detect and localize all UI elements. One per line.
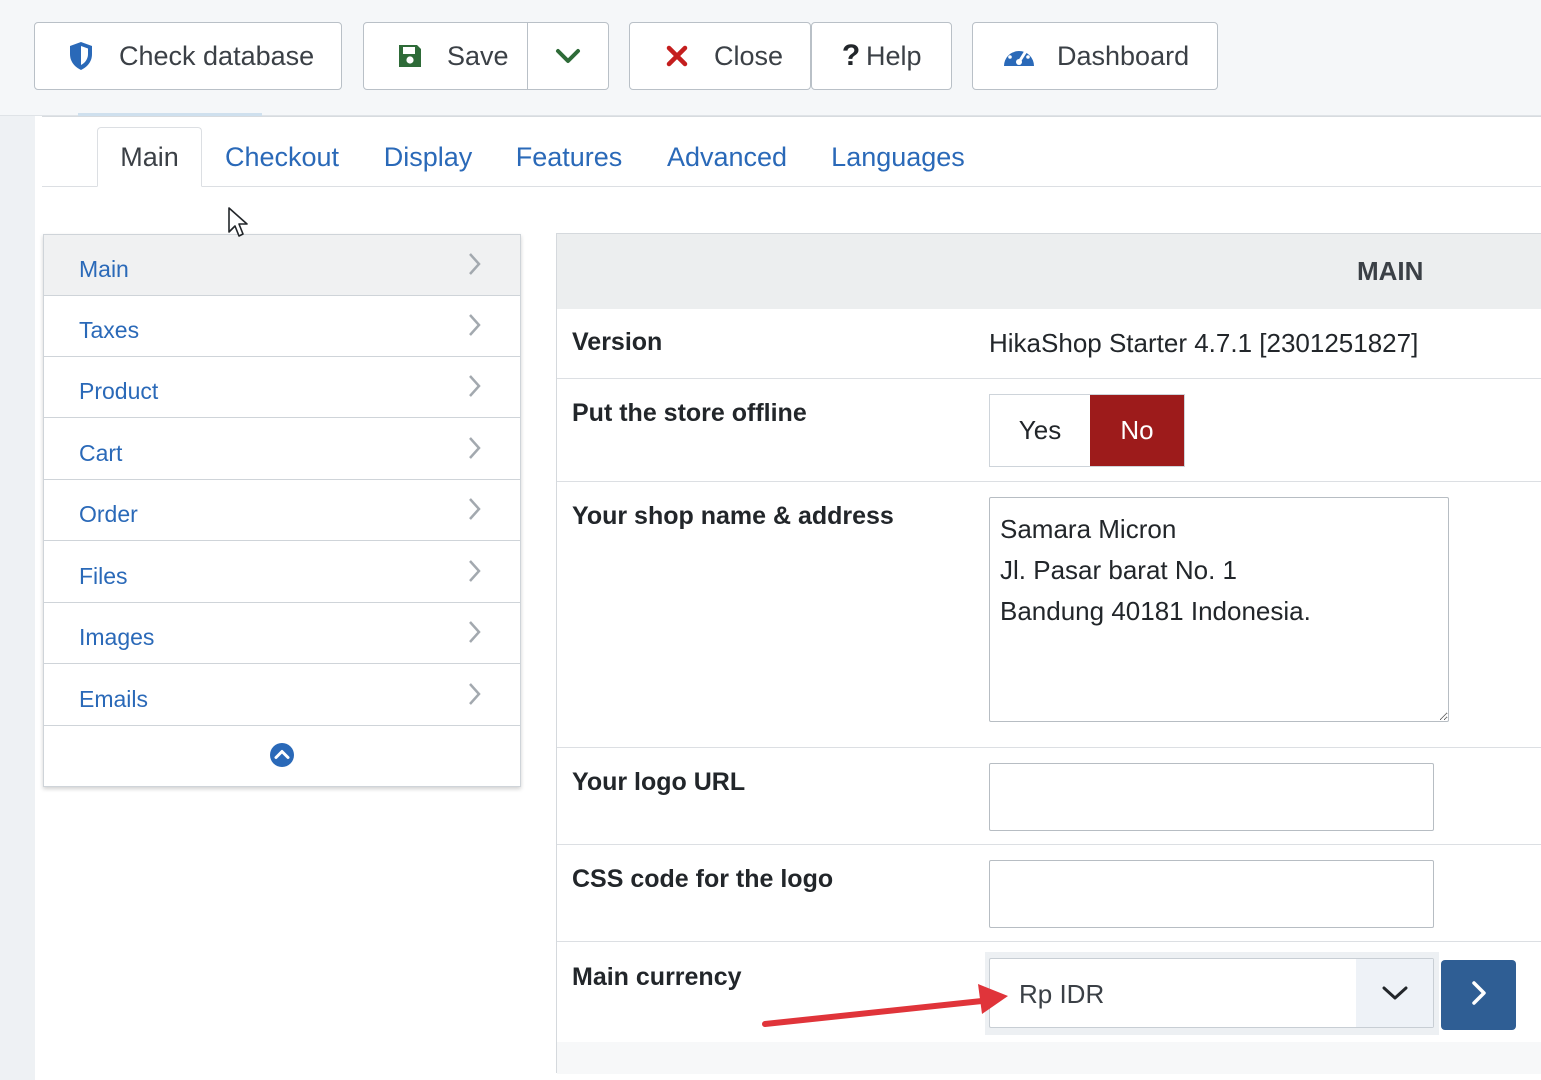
- tab-label: Languages: [831, 141, 965, 172]
- tab-label: Checkout: [224, 141, 340, 172]
- currency-value: Rp IDR: [1019, 979, 1105, 1009]
- save-label: Save: [447, 40, 509, 71]
- tab-features[interactable]: Features: [504, 127, 634, 187]
- content-top-border: [42, 116, 1541, 117]
- sidebar-item-label: Emails: [79, 686, 149, 712]
- close-label: Close: [714, 40, 784, 71]
- logo-css-label: CSS code for the logo: [572, 865, 834, 893]
- check-database-label: Check database: [119, 40, 315, 71]
- tab-display[interactable]: Display: [372, 127, 484, 187]
- chevron-down-icon: [1356, 959, 1433, 1027]
- version-label: Version: [572, 328, 663, 356]
- speedometer-icon: [1001, 42, 1037, 70]
- shield-icon: [65, 41, 97, 71]
- tab-languages[interactable]: Languages: [820, 127, 976, 187]
- dashboard-button[interactable]: Dashboard: [972, 22, 1218, 90]
- chevron-right-icon: [467, 619, 483, 651]
- sidebar-item-main[interactable]: Main: [44, 235, 520, 296]
- sidebar-item-product[interactable]: Product: [44, 357, 520, 418]
- row-divider: [557, 378, 1541, 379]
- panel-title: MAIN: [1357, 256, 1424, 286]
- row-divider: [557, 844, 1541, 845]
- row-divider: [557, 481, 1541, 482]
- row-divider: [557, 941, 1541, 942]
- sidebar-collapse-button[interactable]: [44, 727, 520, 787]
- help-button[interactable]: ? Help: [811, 22, 952, 90]
- store-offline-toggle: Yes No: [989, 394, 1185, 467]
- sidebar-item-label: Order: [79, 501, 138, 527]
- logo-url-label: Your logo URL: [572, 768, 746, 796]
- chevron-right-icon: [1469, 979, 1489, 1012]
- main-settings-panel: MAIN Version HikaShop Starter 4.7.1 [230…: [556, 233, 1541, 1074]
- currency-edit-button[interactable]: [1441, 960, 1516, 1030]
- chevron-right-icon: [467, 496, 483, 528]
- logo-css-input[interactable]: [989, 860, 1434, 928]
- tab-label: Display: [383, 141, 473, 172]
- sidebar-item-files[interactable]: Files: [44, 542, 520, 603]
- sidebar-item-label: Taxes: [79, 317, 140, 343]
- sidebar-item-label: Product: [79, 378, 159, 404]
- offline-no-option[interactable]: No: [1090, 395, 1184, 466]
- shop-address-textarea[interactable]: Samara Micron Jl. Pasar barat No. 1 Band…: [989, 497, 1449, 722]
- close-button[interactable]: Close: [629, 22, 811, 90]
- chevron-right-icon: [467, 373, 483, 405]
- chevron-right-icon: [467, 312, 483, 344]
- chevron-right-icon: [467, 681, 483, 713]
- sidebar-item-taxes[interactable]: Taxes: [44, 296, 520, 357]
- sidebar-item-emails[interactable]: Emails: [44, 665, 520, 726]
- sidebar-item-label: Cart: [79, 440, 123, 466]
- main-currency-select[interactable]: Rp IDR: [989, 958, 1434, 1028]
- floppy-disk-icon: [395, 43, 425, 69]
- sidebar-item-order[interactable]: Order: [44, 480, 520, 541]
- toolbar: Check database Save Close ? Help Dashboa…: [0, 0, 1541, 116]
- panel-footer: [557, 1042, 1541, 1074]
- offline-yes-option[interactable]: Yes: [990, 395, 1090, 466]
- main-currency-label: Main currency: [572, 963, 742, 991]
- sidebar-item-label: Images: [79, 624, 155, 650]
- tab-label: Advanced: [666, 141, 788, 172]
- store-offline-label: Put the store offline: [572, 399, 807, 427]
- shop-address-label: Your shop name & address: [572, 502, 894, 530]
- sidebar-item-label: Files: [79, 563, 128, 589]
- tab-label: Main: [120, 141, 179, 172]
- chevron-right-icon: [467, 558, 483, 590]
- tab-main[interactable]: Main: [97, 127, 202, 187]
- chevron-up-circle-icon: [269, 742, 295, 773]
- question-mark-icon: ?: [841, 39, 861, 72]
- help-label: Help: [866, 40, 922, 71]
- tab-label: Features: [515, 141, 623, 172]
- tab-advanced[interactable]: Advanced: [654, 127, 800, 187]
- mouse-cursor-icon: [228, 207, 248, 237]
- dashboard-label: Dashboard: [1057, 40, 1190, 71]
- close-icon: [662, 45, 692, 67]
- chevron-right-icon: [467, 435, 483, 467]
- check-database-button[interactable]: Check database: [34, 22, 342, 90]
- version-value: HikaShop Starter 4.7.1 [2301251827]: [989, 328, 1419, 358]
- chevron-right-icon: [467, 251, 483, 283]
- sidebar-item-label: Main: [79, 256, 129, 282]
- tab-checkout[interactable]: Checkout: [212, 127, 352, 187]
- sidebar-item-cart[interactable]: Cart: [44, 419, 520, 480]
- panel-header: MAIN: [557, 234, 1541, 309]
- row-divider: [557, 747, 1541, 748]
- settings-sidebar: Main Taxes Product Cart Order Files Imag…: [43, 234, 521, 787]
- save-button[interactable]: Save: [363, 22, 529, 90]
- logo-url-input[interactable]: [989, 763, 1434, 831]
- chevron-down-icon: [555, 41, 581, 72]
- left-gutter: [0, 116, 35, 1080]
- save-dropdown-button[interactable]: [527, 22, 609, 90]
- sidebar-item-images[interactable]: Images: [44, 603, 520, 664]
